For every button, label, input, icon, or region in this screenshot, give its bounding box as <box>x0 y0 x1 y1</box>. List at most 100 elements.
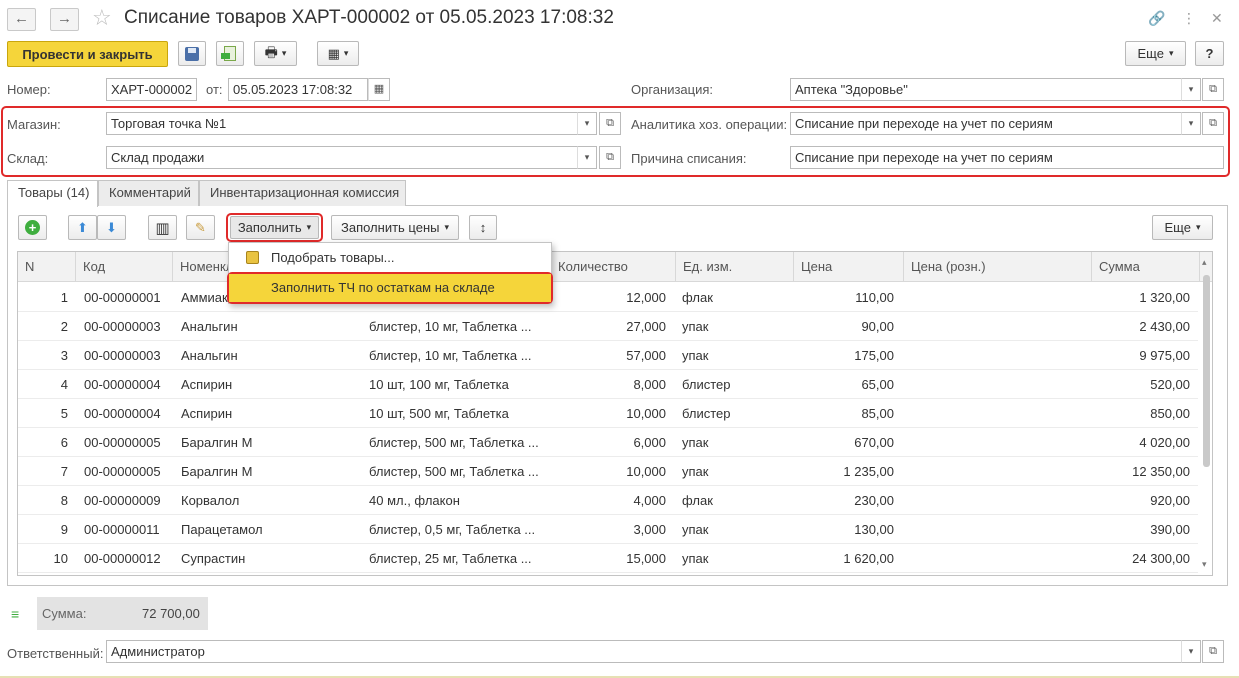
table-row[interactable]: 2 00-00000003 Анальгин блистер, 10 мг, Табл… <box>18 312 1198 341</box>
organization-open-icon[interactable]: ⧉ <box>1202 78 1224 101</box>
close-icon[interactable]: ✕ <box>1211 10 1223 27</box>
tab-commission[interactable]: Инвентаризационная комиссия <box>199 180 406 206</box>
barcode-icon: ▥ <box>155 219 170 237</box>
chevron-down-icon: ▾ <box>1195 222 1201 232</box>
structure-icon: ▦ <box>327 45 340 61</box>
analytics-open-icon[interactable]: ⧉ <box>1202 112 1224 135</box>
link-icon[interactable]: 🔗 <box>1148 10 1165 27</box>
table-row[interactable]: 7 00-00000005 Баралгин М блистер, 500 мг, Т… <box>18 457 1198 486</box>
col-header-retail-price[interactable]: Цена (розн.) <box>904 252 1092 282</box>
cell-name: Аспирин <box>181 377 233 392</box>
table-row[interactable]: 9 00-00000011 Парацетамол блистер, 0,5 мг, … <box>18 515 1198 544</box>
chevron-down-icon: ▾ <box>444 222 449 232</box>
scrollbar-thumb[interactable] <box>1203 275 1210 467</box>
table-row[interactable]: 4 00-00000004 Аспирин 10 шт, 100 мг, Таблет… <box>18 370 1198 399</box>
store-open-icon[interactable]: ⧉ <box>599 112 621 135</box>
cell-sum: 390,00 <box>1150 522 1190 537</box>
organization-dropdown-icon[interactable]: ▾ <box>1181 78 1201 101</box>
back-arrow-icon: ← <box>14 10 29 27</box>
move-down-button[interactable]: ⬇ <box>97 215 126 240</box>
table-row[interactable]: 1 00-00000001 Аммиак 12,000 флак 110,00 1 320,… <box>18 283 1198 312</box>
reason-field[interactable]: Списание при переходе на учет по сериям <box>790 146 1224 169</box>
scroll-up-icon[interactable]: ▴ <box>1202 257 1207 268</box>
cell-qty: 8,000 <box>633 377 666 392</box>
fill-prices-label: Заполнить цены <box>340 220 440 235</box>
col-header-n[interactable]: N <box>18 252 76 282</box>
col-header-price[interactable]: Цена <box>794 252 904 282</box>
menu-item-fill-by-stock[interactable]: Заполнить ТЧ по остаткам на складе <box>229 274 551 302</box>
table-row[interactable]: 6 00-00000005 Баралгин М блистер, 500 мг, Т… <box>18 428 1198 457</box>
cell-price: 110,00 <box>855 290 894 305</box>
post-button[interactable] <box>216 41 244 66</box>
col-header-sum[interactable]: Сумма <box>1092 252 1200 282</box>
cell-char: 40 мл., флакон <box>369 493 460 508</box>
structure-button[interactable]: ▦ ▾ <box>317 41 359 66</box>
post-and-close-button[interactable]: Провести и закрыть <box>7 41 168 67</box>
responsible-open-icon[interactable]: ⧉ <box>1202 640 1224 663</box>
cell-sum: 24 300,00 <box>1132 551 1190 566</box>
cell-retail <box>904 312 1084 341</box>
cell-qty: 4,000 <box>633 493 666 508</box>
fill-button[interactable]: Заполнить ▾ <box>230 216 319 239</box>
col-header-unit[interactable]: Ед. изм. <box>676 252 794 282</box>
cell-unit: флак <box>682 290 713 305</box>
warehouse-field[interactable]: Склад продажи <box>106 146 578 169</box>
save-button[interactable] <box>178 41 206 66</box>
number-field[interactable]: ХАРТ-000002 <box>106 78 197 101</box>
goods-table[interactable]: N Код Номенклатура Количество Ед. изм. Ц… <box>17 251 1213 576</box>
cell-unit: упак <box>682 348 709 363</box>
help-button[interactable]: ? <box>1195 41 1224 66</box>
table-row[interactable]: 3 00-00000003 Анальгин блистер, 10 мг, Табл… <box>18 341 1198 370</box>
tab-goods[interactable]: Товары (14) <box>7 180 98 207</box>
store-dropdown-icon[interactable]: ▾ <box>577 112 597 135</box>
cell-retail <box>904 341 1084 370</box>
cell-qty: 15,000 <box>626 551 666 566</box>
more-actions-icon[interactable]: ⋮ <box>1182 10 1196 27</box>
chevron-down-icon: ▾ <box>281 48 287 58</box>
warehouse-open-icon[interactable]: ⧉ <box>599 146 621 169</box>
responsible-label: Ответственный: <box>7 646 104 661</box>
print-button[interactable]: 🖶 ▾ <box>254 41 297 66</box>
add-row-button[interactable]: + <box>18 215 47 240</box>
favorite-star-icon[interactable]: ☆ <box>92 6 112 30</box>
responsible-field[interactable]: Администратор <box>106 640 1182 663</box>
cell-code: 00-00000009 <box>84 493 161 508</box>
store-field[interactable]: Торговая точка №1 <box>106 112 578 135</box>
calendar-button[interactable]: ▦ <box>368 78 390 101</box>
table-row[interactable]: 5 00-00000004 Аспирин 10 шт, 500 мг, Таблет… <box>18 399 1198 428</box>
date-field[interactable]: 05.05.2023 17:08:32 <box>228 78 368 101</box>
col-header-code[interactable]: Код <box>76 252 173 282</box>
menu-item-pick-goods[interactable]: Подобрать товары... <box>229 244 551 272</box>
cell-char: 10 шт, 100 мг, Таблетка <box>369 377 509 392</box>
analytics-dropdown-icon[interactable]: ▾ <box>1181 112 1201 135</box>
warehouse-dropdown-icon[interactable]: ▾ <box>577 146 597 169</box>
cell-char: блистер, 10 мг, Таблетка ... <box>369 319 532 334</box>
fill-prices-button[interactable]: Заполнить цены ▾ <box>331 215 459 240</box>
cell-qty: 27,000 <box>626 319 666 334</box>
tab-comment[interactable]: Комментарий <box>98 180 199 206</box>
organization-field[interactable]: Аптека "Здоровье" <box>790 78 1182 101</box>
clear-button[interactable]: ✎ <box>186 215 215 240</box>
cell-n: 7 <box>60 464 68 479</box>
analytics-field[interactable]: Списание при переходе на учет по сериям <box>790 112 1182 135</box>
vertical-scrollbar[interactable]: ▴ ▾ <box>1201 253 1212 575</box>
cell-code: 00-00000005 <box>84 435 161 450</box>
cell-n: 4 <box>60 377 68 392</box>
row-height-button[interactable]: ↕ <box>469 215 497 240</box>
responsible-dropdown-icon[interactable]: ▾ <box>1181 640 1201 663</box>
cell-n: 6 <box>60 435 68 450</box>
table-more-button[interactable]: Еще ▾ <box>1152 215 1213 240</box>
window-title: Списание товаров ХАРТ-000002 от 05.05.20… <box>124 7 614 28</box>
table-row[interactable]: 10 00-00000012 Супрастин блистер, 25 мг, Та… <box>18 544 1198 573</box>
table-row[interactable]: 8 00-00000009 Корвалол 40 мл., флакон 4,000 ф… <box>18 486 1198 515</box>
col-header-qty[interactable]: Количество <box>551 252 676 282</box>
move-up-button[interactable]: ⬆ <box>68 215 97 240</box>
scroll-down-icon[interactable]: ▾ <box>1202 559 1207 570</box>
forward-button[interactable]: → <box>50 8 79 31</box>
cell-char: блистер, 10 мг, Таблетка ... <box>369 348 532 363</box>
more-button[interactable]: Еще ▾ <box>1125 41 1186 66</box>
barcode-button[interactable]: ▥ <box>148 215 177 240</box>
cell-retail <box>904 515 1084 544</box>
menu-item-fill-by-stock-label: Заполнить ТЧ по остаткам на складе <box>271 280 495 295</box>
back-button[interactable]: ← <box>7 8 36 31</box>
